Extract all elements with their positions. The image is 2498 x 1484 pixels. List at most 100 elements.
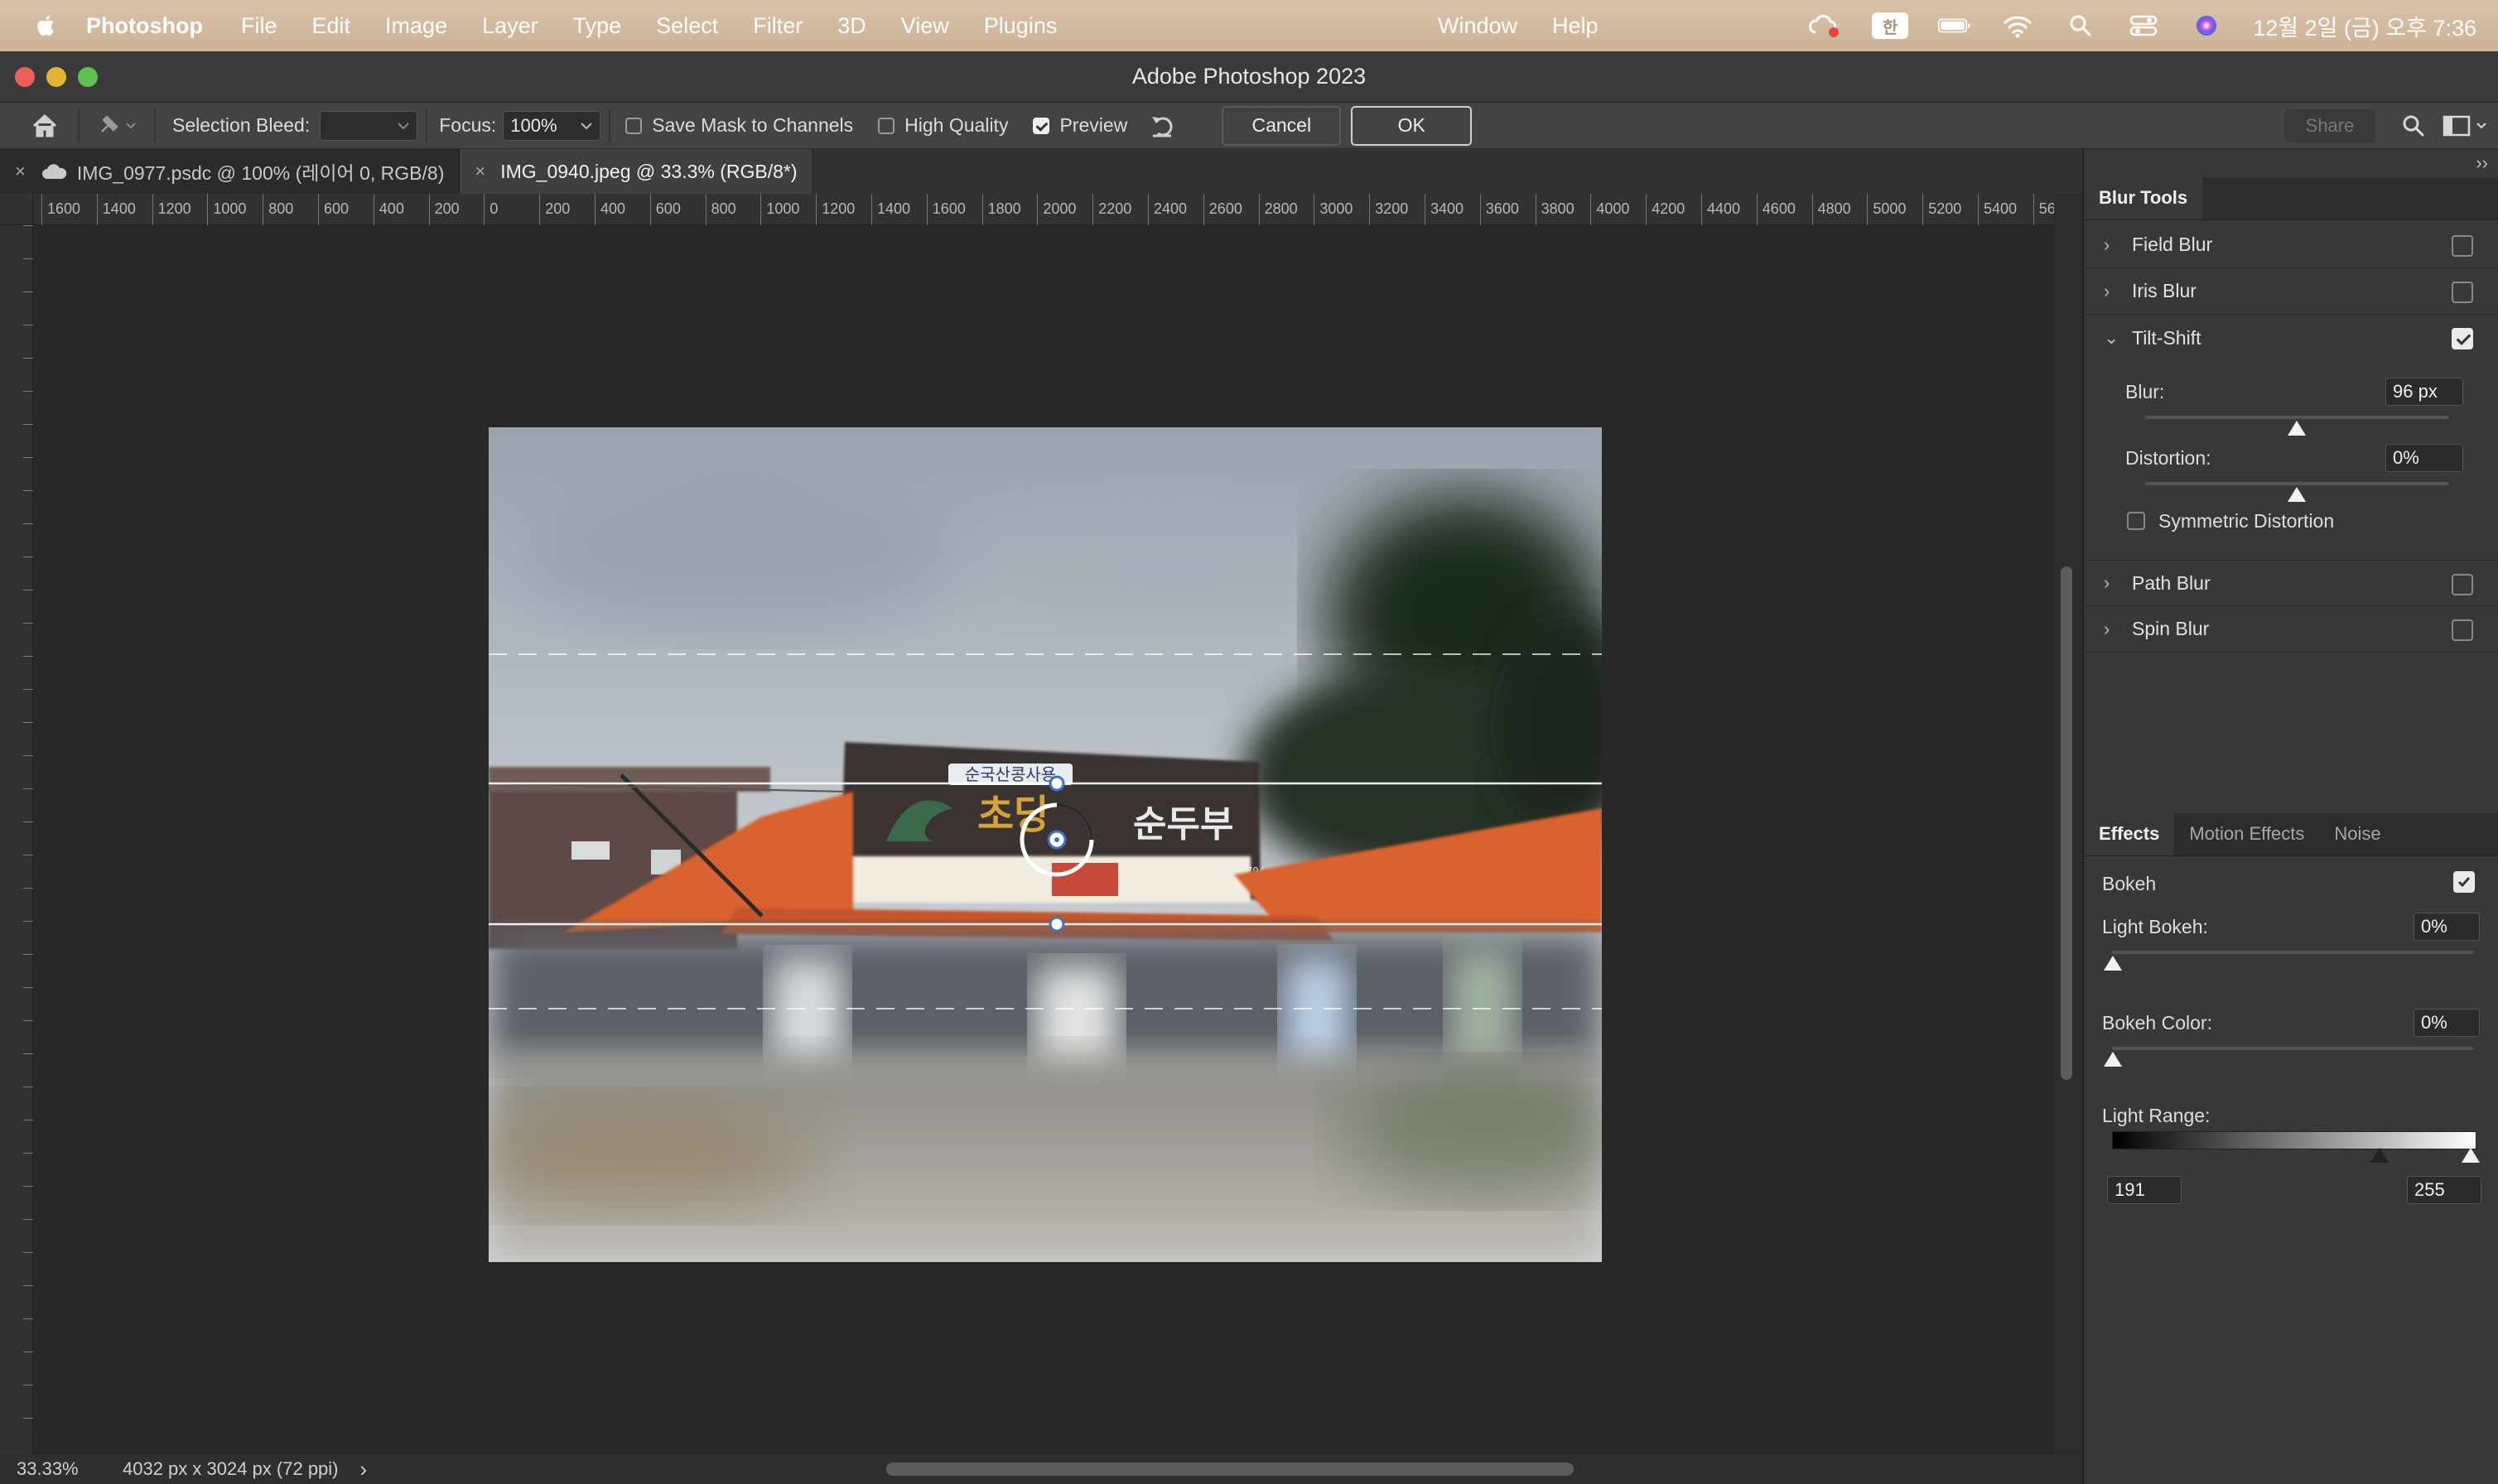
ruler-tick-label: 2200 xyxy=(1098,200,1132,217)
blur-row-spin-blur[interactable]: › Spin Blur xyxy=(2084,606,2498,653)
light-bokeh-slider-track[interactable] xyxy=(2112,951,2473,954)
blur-slider-track[interactable] xyxy=(2145,416,2448,419)
vertical-ruler[interactable] xyxy=(0,225,33,1454)
field-blur-checkbox[interactable] xyxy=(2452,235,2473,257)
tab-img-0940[interactable]: × IMG_0940.jpeg @ 33.3% (RGB/8*) xyxy=(460,149,813,194)
tab-motion-effects[interactable]: Motion Effects xyxy=(2174,812,2319,855)
horizontal-scroll-thumb[interactable] xyxy=(886,1462,1574,1476)
menu-type[interactable]: Type xyxy=(573,13,622,39)
ruler-tick: 600 xyxy=(649,194,681,225)
light-bokeh-slider-knob[interactable] xyxy=(2104,956,2122,971)
distortion-input[interactable]: 0% xyxy=(2385,444,2463,472)
menu-select[interactable]: Select xyxy=(656,13,718,39)
tab-noise[interactable]: Noise xyxy=(2319,812,2395,855)
menu-view[interactable]: View xyxy=(901,13,949,39)
menu-help[interactable]: Help xyxy=(1552,13,1599,39)
photo-image[interactable]: 순국산콩사용 초당 순두부 T.662-2794 xyxy=(489,427,1602,1262)
status-expand-arrow[interactable]: › xyxy=(360,1457,368,1482)
ruler-tick-label: 5200 xyxy=(1928,200,1962,217)
close-tab-icon[interactable]: × xyxy=(15,161,26,182)
blur-row-tilt-shift[interactable]: ⌄ Tilt-Shift xyxy=(2084,315,2498,361)
creative-cloud-icon[interactable] xyxy=(1809,12,1842,39)
ruler-tick: 200 xyxy=(428,194,460,225)
light-range-high-knob[interactable] xyxy=(2462,1148,2480,1163)
ruler-tick: 4200 xyxy=(1646,194,1685,225)
spotlight-search-icon[interactable] xyxy=(2064,12,2097,39)
window-zoom-button[interactable] xyxy=(78,67,98,87)
bokeh-checkbox[interactable] xyxy=(2453,871,2475,893)
high-quality-checkbox[interactable] xyxy=(878,117,895,134)
effects-tabbar: Effects Motion Effects Noise xyxy=(2084,812,2498,856)
close-tab-icon[interactable]: × xyxy=(475,161,485,182)
bokeh-color-slider-track[interactable] xyxy=(2112,1047,2473,1050)
vertical-scroll-thumb[interactable] xyxy=(2061,566,2072,1080)
save-mask-checkbox[interactable] xyxy=(625,117,643,134)
toolbar-divider xyxy=(154,108,156,142)
wifi-icon[interactable] xyxy=(2001,12,2034,39)
blur-row-path-blur[interactable]: › Path Blur xyxy=(2084,560,2498,606)
tab-blur-tools[interactable]: Blur Tools xyxy=(2084,176,2203,219)
blur-amount-input[interactable]: 96 px xyxy=(2385,378,2463,406)
share-button[interactable]: Share xyxy=(2284,108,2375,142)
menu-window[interactable]: Window xyxy=(1438,13,1517,39)
blur-row-iris-blur[interactable]: › Iris Blur xyxy=(2084,268,2498,315)
selection-bleed-dropdown[interactable] xyxy=(320,110,418,141)
panel-collapse-icon[interactable]: ›› xyxy=(2476,152,2488,174)
siri-icon[interactable] xyxy=(2190,12,2223,39)
menubar-clock[interactable]: 12월 2일 (금) 오후 7:36 xyxy=(2253,10,2476,42)
reset-undo-icon[interactable] xyxy=(1147,108,1180,144)
menu-image[interactable]: Image xyxy=(385,13,447,39)
workspace-switcher-icon[interactable] xyxy=(2438,108,2493,144)
tilt-shift-checkbox[interactable] xyxy=(2452,328,2473,349)
input-method-badge[interactable]: 한 xyxy=(1872,12,1909,39)
distortion-slider-knob[interactable] xyxy=(2288,487,2306,502)
ruler-tick-label: 4800 xyxy=(1817,200,1851,217)
light-range-high-input[interactable]: 255 xyxy=(2407,1176,2481,1204)
spin-blur-checkbox[interactable] xyxy=(2452,619,2473,641)
tab-effects[interactable]: Effects xyxy=(2084,812,2175,855)
ruler-tick-label: 3400 xyxy=(1430,200,1464,217)
pin-tool-icon[interactable] xyxy=(88,108,146,144)
path-blur-checkbox[interactable] xyxy=(2452,574,2473,595)
menu-layer[interactable]: Layer xyxy=(482,13,538,39)
ruler-corner[interactable] xyxy=(0,194,33,225)
control-center-icon[interactable] xyxy=(2127,12,2160,39)
bokeh-color-input[interactable]: 0% xyxy=(2414,1009,2480,1037)
menu-filter[interactable]: Filter xyxy=(753,13,803,39)
symmetric-distortion-checkbox[interactable] xyxy=(2127,512,2145,530)
document-canvas[interactable]: 순국산콩사용 초당 순두부 T.662-2794 xyxy=(33,225,2054,1454)
ruler-tick-label: 2800 xyxy=(1264,200,1298,217)
light-range-low-knob[interactable] xyxy=(2370,1148,2389,1163)
light-range-low-input[interactable]: 191 xyxy=(2107,1176,2182,1204)
menu-file[interactable]: File xyxy=(241,13,277,39)
ruler-tick-label: 200 xyxy=(545,200,571,217)
distortion-slider-track[interactable] xyxy=(2145,482,2448,485)
window-close-button[interactable] xyxy=(15,67,35,87)
vertical-scrollbar[interactable] xyxy=(2054,194,2082,1454)
light-bokeh-input[interactable]: 0% xyxy=(2414,913,2480,941)
cancel-button[interactable]: Cancel xyxy=(1222,105,1342,146)
bokeh-color-slider-knob[interactable] xyxy=(2104,1052,2122,1067)
ruler-tick: 2800 xyxy=(1258,194,1298,225)
horizontal-ruler[interactable]: 1600 1400 1200 1000 800 600 400 200 0 200 400 600 80… xyxy=(33,194,2056,225)
battery-icon[interactable] xyxy=(1938,12,1971,39)
menu-plugins[interactable]: Plugins xyxy=(984,13,1058,39)
light-range-gradient[interactable] xyxy=(2112,1131,2476,1149)
preview-checkbox[interactable] xyxy=(1033,117,1050,134)
focus-dropdown[interactable]: 100% xyxy=(503,110,601,141)
blur-row-field-blur[interactable]: › Field Blur xyxy=(2084,222,2498,268)
blur-slider-knob[interactable] xyxy=(2288,421,2306,436)
menu-app-name[interactable]: Photoshop xyxy=(86,13,203,39)
home-icon[interactable] xyxy=(20,108,70,144)
tab-img-0977[interactable]: × IMG_0977.psdc @ 100% (레이어 0, RGB/8) xyxy=(0,149,461,194)
iris-blur-checkbox[interactable] xyxy=(2452,282,2473,303)
ruler-tick xyxy=(23,391,33,392)
ok-button[interactable]: OK xyxy=(1351,105,1473,146)
apple-logo-icon[interactable] xyxy=(33,12,60,39)
window-minimize-button[interactable] xyxy=(46,67,66,87)
menu-3d[interactable]: 3D xyxy=(837,13,866,39)
menu-edit[interactable]: Edit xyxy=(312,13,351,39)
ruler-tick xyxy=(23,1020,33,1021)
search-icon[interactable] xyxy=(2389,108,2438,144)
zoom-level[interactable]: 33.33% xyxy=(0,1458,99,1480)
